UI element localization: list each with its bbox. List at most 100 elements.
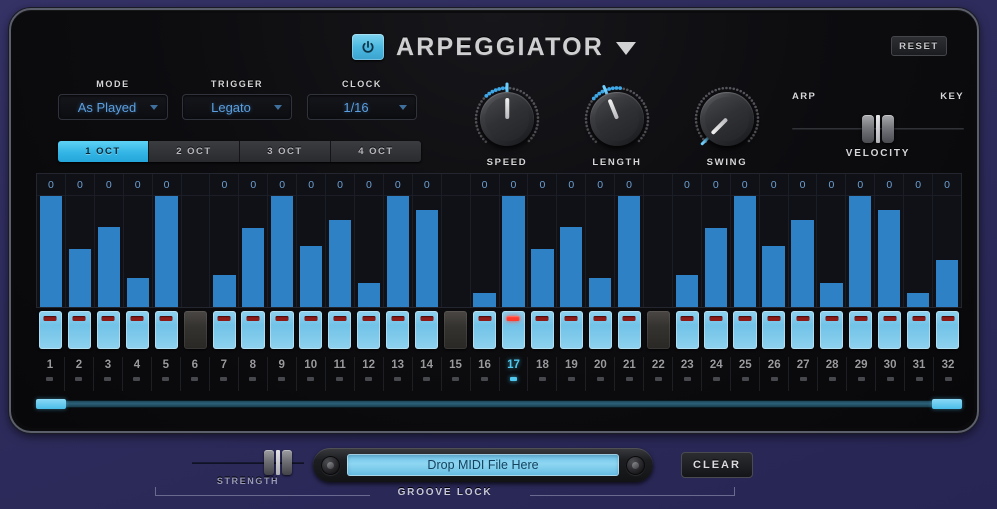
step-number-cell[interactable]: 21 bbox=[615, 357, 645, 391]
knob-speed[interactable] bbox=[464, 81, 550, 155]
step-column[interactable]: 0 bbox=[788, 174, 818, 307]
step-velocity-bar[interactable] bbox=[97, 227, 120, 307]
step-number-cell[interactable]: 11 bbox=[326, 357, 355, 391]
step-transpose-value[interactable]: 0 bbox=[499, 174, 528, 196]
trigger-dropdown[interactable]: Legato bbox=[182, 94, 292, 120]
step-bar-area[interactable] bbox=[875, 196, 903, 307]
step-transpose-value[interactable]: 0 bbox=[528, 174, 557, 196]
step-bar-area[interactable] bbox=[384, 196, 412, 307]
step-velocity-bar[interactable] bbox=[849, 196, 872, 307]
step-toggle-32[interactable] bbox=[935, 311, 960, 349]
step-bar-area[interactable] bbox=[644, 196, 672, 307]
step-bar-area[interactable] bbox=[702, 196, 730, 307]
step-column[interactable]: 0 bbox=[152, 174, 182, 307]
step-transpose-value[interactable]: 0 bbox=[354, 174, 383, 196]
step-toggle-23[interactable] bbox=[675, 311, 699, 349]
strength-slider-handle[interactable] bbox=[264, 450, 292, 475]
step-bar-area[interactable] bbox=[471, 196, 499, 307]
step-velocity-bar[interactable] bbox=[906, 292, 930, 307]
step-toggle-24[interactable] bbox=[704, 311, 728, 349]
step-column[interactable]: 0 bbox=[210, 174, 240, 307]
step-column[interactable]: 0 bbox=[65, 174, 95, 307]
step-transpose-value[interactable]: 0 bbox=[239, 174, 268, 196]
step-transpose-value[interactable]: 0 bbox=[846, 174, 875, 196]
step-column[interactable]: 0 bbox=[672, 174, 702, 307]
step-bar-area[interactable] bbox=[789, 196, 817, 307]
step-transpose-value[interactable] bbox=[181, 174, 210, 196]
step-transpose-value[interactable] bbox=[644, 174, 672, 196]
step-transpose-value[interactable]: 0 bbox=[268, 174, 297, 196]
step-velocity-bar[interactable] bbox=[762, 245, 785, 307]
step-bar-area[interactable] bbox=[500, 196, 528, 307]
step-number-cell[interactable]: 18 bbox=[528, 357, 558, 391]
step-velocity-bar[interactable] bbox=[386, 196, 409, 307]
step-number-cell[interactable]: 13 bbox=[384, 357, 413, 391]
step-column[interactable]: 0 bbox=[268, 174, 298, 307]
step-column[interactable]: 0 bbox=[557, 174, 587, 307]
step-number-cell[interactable]: 5 bbox=[152, 357, 181, 391]
step-bar-area[interactable] bbox=[933, 196, 961, 307]
step-number-cell[interactable]: 23 bbox=[673, 357, 703, 391]
step-number-cell[interactable]: 29 bbox=[847, 357, 877, 391]
step-velocity-bar[interactable] bbox=[328, 220, 352, 307]
step-transpose-value[interactable]: 0 bbox=[94, 174, 123, 196]
step-bar-area[interactable] bbox=[615, 196, 643, 307]
step-velocity-bar[interactable] bbox=[617, 196, 641, 307]
step-column[interactable]: 0 bbox=[759, 174, 789, 307]
step-velocity-bar[interactable] bbox=[213, 274, 236, 307]
step-transpose-value[interactable]: 0 bbox=[65, 174, 94, 196]
octave-button-2[interactable]: 2 OCT bbox=[149, 141, 240, 162]
step-toggle-7[interactable] bbox=[212, 311, 236, 349]
step-toggle-3[interactable] bbox=[96, 311, 120, 349]
step-velocity-bar[interactable] bbox=[878, 210, 901, 307]
step-transpose-value[interactable]: 0 bbox=[875, 174, 904, 196]
step-transpose-value[interactable]: 0 bbox=[817, 174, 846, 196]
clock-dropdown[interactable]: 1/16 bbox=[307, 94, 417, 120]
step-velocity-bar[interactable] bbox=[242, 228, 265, 307]
step-transpose-value[interactable]: 0 bbox=[152, 174, 181, 196]
scrollbar-handle-right[interactable] bbox=[932, 399, 962, 409]
step-toggle-17[interactable] bbox=[501, 311, 526, 349]
scrollbar-track[interactable] bbox=[36, 400, 962, 408]
step-transpose-value[interactable]: 0 bbox=[615, 174, 644, 196]
step-toggle-16[interactable] bbox=[472, 311, 497, 349]
step-transpose-value[interactable]: 0 bbox=[210, 174, 239, 196]
step-number-cell[interactable]: 8 bbox=[239, 357, 268, 391]
step-transpose-value[interactable]: 0 bbox=[470, 174, 499, 196]
step-transpose-value[interactable]: 0 bbox=[37, 174, 65, 196]
step-toggle-18[interactable] bbox=[530, 311, 554, 349]
step-toggle-31[interactable] bbox=[907, 311, 931, 349]
step-velocity-bar[interactable] bbox=[39, 196, 63, 307]
reset-button[interactable]: RESET bbox=[891, 36, 947, 56]
step-toggle-15[interactable] bbox=[444, 311, 468, 349]
mode-dropdown[interactable]: As Played bbox=[58, 94, 168, 120]
step-toggle-21[interactable] bbox=[617, 311, 641, 349]
step-column[interactable]: 0 bbox=[37, 174, 66, 307]
step-column[interactable]: 0 bbox=[354, 174, 384, 307]
midi-drop-field[interactable]: Drop MIDI File Here bbox=[347, 454, 619, 476]
step-column[interactable]: 0 bbox=[817, 174, 847, 307]
velocity-bar-grid[interactable]: 00000000000000000000000000000 bbox=[36, 173, 962, 308]
step-number-cell[interactable]: 25 bbox=[731, 357, 761, 391]
step-number-cell[interactable]: 28 bbox=[818, 357, 848, 391]
sequencer-scrollbar[interactable] bbox=[36, 397, 962, 409]
step-velocity-bar[interactable] bbox=[357, 282, 381, 307]
step-number-cell[interactable]: 16 bbox=[471, 357, 500, 391]
step-velocity-bar[interactable] bbox=[155, 196, 178, 307]
step-toggle-1[interactable] bbox=[38, 311, 63, 349]
step-velocity-bar[interactable] bbox=[675, 274, 699, 307]
step-velocity-bar[interactable] bbox=[68, 249, 91, 307]
step-transpose-value[interactable]: 0 bbox=[672, 174, 701, 196]
step-transpose-value[interactable]: 0 bbox=[123, 174, 152, 196]
step-bar-area[interactable] bbox=[731, 196, 759, 307]
step-transpose-value[interactable]: 0 bbox=[730, 174, 759, 196]
step-toggle-28[interactable] bbox=[820, 311, 844, 349]
step-toggle-5[interactable] bbox=[154, 311, 178, 349]
step-toggle-6[interactable] bbox=[183, 311, 207, 349]
step-column[interactable]: 0 bbox=[701, 174, 731, 307]
step-number-cell[interactable]: 20 bbox=[586, 357, 616, 391]
step-toggle-11[interactable] bbox=[328, 311, 352, 349]
step-bar-area[interactable] bbox=[153, 196, 181, 307]
step-bar-area[interactable] bbox=[442, 196, 470, 307]
step-velocity-bar[interactable] bbox=[589, 278, 612, 307]
